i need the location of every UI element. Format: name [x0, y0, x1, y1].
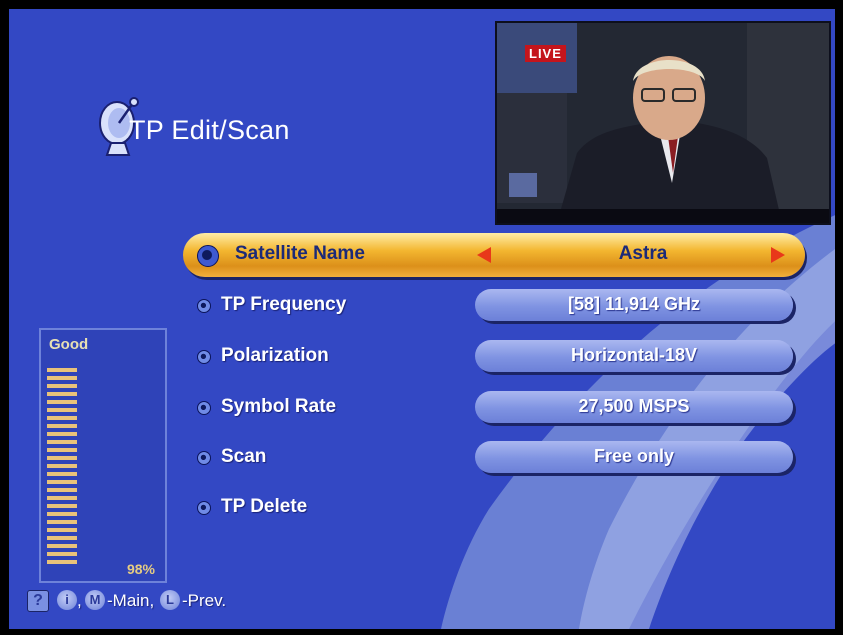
bullet-icon	[197, 451, 211, 465]
satellite-name-value: Astra	[618, 243, 668, 264]
signal-bar-segment	[47, 360, 77, 364]
signal-bar-segment	[47, 504, 77, 508]
tp-edit-scan-screen: TP Edit/Scan LIVE Satellite Name Astra T…	[9, 9, 835, 629]
signal-bar-segment	[47, 368, 77, 372]
polarization-field[interactable]: Horizontal-18V	[475, 340, 793, 372]
main-hint: -Main,	[107, 591, 155, 610]
signal-bar-segment	[47, 432, 77, 436]
signal-bar-segment	[47, 408, 77, 412]
signal-bar-segment	[47, 544, 77, 548]
signal-bar-segment	[47, 416, 77, 420]
scan-label: Scan	[221, 446, 267, 467]
main-key-icon[interactable]: M	[85, 590, 105, 610]
tp-frequency-row[interactable]: TP Frequency [58] 11,914 GHz	[9, 288, 835, 322]
signal-bar-segment	[47, 448, 77, 452]
bullet-icon	[197, 401, 211, 415]
bullet-icon	[197, 501, 211, 515]
symbol-rate-field[interactable]: 27,500 MSPS	[475, 391, 793, 423]
signal-bar-segment	[47, 392, 77, 396]
signal-bar-segment	[47, 472, 77, 476]
left-arrow-icon[interactable]	[477, 247, 491, 263]
polarization-value: Horizontal-18V	[570, 345, 698, 365]
signal-bar-segment	[47, 520, 77, 524]
signal-quality-meter: Good 98%	[39, 328, 167, 583]
signal-bar-segment	[47, 496, 77, 500]
signal-bar-segment	[47, 512, 77, 516]
signal-bar-segment	[47, 440, 77, 444]
signal-bar-segment	[47, 464, 77, 468]
signal-percent: 98%	[126, 561, 155, 577]
live-badge: LIVE	[525, 45, 566, 62]
right-arrow-icon[interactable]	[771, 247, 785, 263]
info-key-icon[interactable]: i	[57, 590, 77, 610]
signal-bar-segment	[47, 456, 77, 460]
signal-bar-segment	[47, 400, 77, 404]
symbol-rate-label: Symbol Rate	[221, 396, 337, 417]
signal-bar-segment	[47, 488, 77, 492]
signal-bar-segment	[47, 480, 77, 484]
satellite-name-row[interactable]: Satellite Name Astra	[183, 233, 805, 277]
prev-hint: -Prev.	[182, 591, 227, 610]
scan-field[interactable]: Free only	[475, 441, 793, 473]
satellite-name-label: Satellite Name	[235, 243, 365, 264]
bullet-icon	[197, 299, 211, 313]
scan-value: Free only	[593, 446, 675, 466]
bullet-icon	[197, 350, 211, 364]
signal-bar-segment	[47, 424, 77, 428]
symbol-rate-value: 27,500 MSPS	[578, 396, 690, 416]
signal-bar-segment	[47, 536, 77, 540]
help-icon[interactable]: ?	[27, 590, 49, 612]
polarization-label: Polarization	[221, 345, 329, 366]
video-preview: LIVE	[495, 21, 831, 225]
tp-frequency-label: TP Frequency	[221, 294, 347, 315]
bullet-icon	[197, 245, 219, 267]
signal-quality-label: Good	[49, 336, 89, 353]
signal-level-bars	[47, 360, 77, 568]
tp-frequency-value: [58] 11,914 GHz	[567, 294, 701, 314]
tp-frequency-field[interactable]: [58] 11,914 GHz	[475, 289, 793, 321]
tp-delete-label: TP Delete	[221, 496, 308, 517]
signal-bar-segment	[47, 384, 77, 388]
prev-key-icon[interactable]: L	[160, 590, 180, 610]
page-title: TP Edit/Scan	[129, 115, 290, 145]
signal-bar-segment	[47, 560, 77, 564]
signal-bar-segment	[47, 376, 77, 380]
footer-separator: ,	[77, 591, 82, 610]
signal-bar-segment	[47, 552, 77, 556]
signal-bar-segment	[47, 528, 77, 532]
